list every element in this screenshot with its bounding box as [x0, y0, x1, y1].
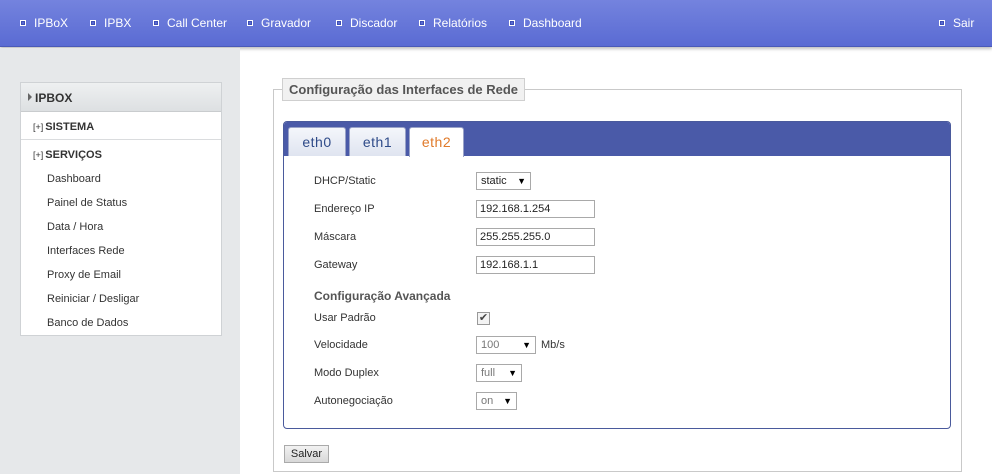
default-label: Usar Padrão	[314, 312, 376, 324]
mask-input[interactable]	[476, 228, 595, 246]
mask-label: Máscara	[314, 231, 357, 243]
dhcp-select[interactable]: static ▼	[476, 172, 531, 190]
top-navigation-bar: IPBoX IPBX Call Center Gravador Discador…	[0, 0, 992, 47]
sidebar: IPBOX [+] SISTEMA [+] SERVIÇOS Dashboard P…	[20, 82, 222, 336]
gateway-input[interactable]	[476, 256, 595, 274]
square-bullet-icon	[20, 20, 26, 26]
sidebar-section-sistema[interactable]: [+] SISTEMA	[33, 121, 94, 133]
ip-input[interactable]	[476, 200, 595, 218]
tab-eth0[interactable]: eth0	[288, 127, 346, 156]
nav-logout[interactable]: Sair	[939, 16, 974, 30]
duplex-label: Modo Duplex	[314, 367, 379, 379]
triangle-down-icon: ▼	[517, 176, 526, 186]
square-bullet-icon	[336, 20, 342, 26]
speed-label: Velocidade	[314, 339, 368, 351]
advanced-config-heading: Configuração Avançada	[314, 289, 451, 303]
tab-strip: eth0 eth1 eth2	[284, 122, 950, 157]
speed-unit: Mb/s	[541, 339, 565, 351]
triangle-right-icon	[28, 93, 32, 101]
nav-ipbx[interactable]: IPBX	[90, 16, 131, 30]
triangle-down-icon: ▼	[522, 340, 531, 350]
sidebar-header-label: IPBOX	[35, 91, 73, 105]
sidebar-item-painel-status[interactable]: Painel de Status	[47, 197, 127, 209]
nav-relatorios[interactable]: Relatórios	[419, 16, 487, 30]
sidebar-item-data-hora[interactable]: Data / Hora	[47, 221, 103, 233]
duplex-select[interactable]: full ▼	[476, 364, 522, 382]
sidebar-item-banco-dados[interactable]: Banco de Dados	[47, 317, 128, 329]
checkmark-icon: ✔	[478, 312, 489, 324]
sidebar-section-servicos[interactable]: [+] SERVIÇOS	[33, 149, 102, 161]
square-bullet-icon	[419, 20, 425, 26]
nav-gravador[interactable]: Gravador	[247, 16, 311, 30]
sidebar-item-proxy-email[interactable]: Proxy de Email	[47, 269, 121, 281]
square-bullet-icon	[90, 20, 96, 26]
sidebar-item-reiniciar[interactable]: Reiniciar / Desligar	[47, 293, 139, 305]
square-bullet-icon	[509, 20, 515, 26]
use-default-checkbox[interactable]: ✔	[477, 312, 490, 325]
autoneg-label: Autonegociação	[314, 395, 393, 407]
page-title: Configuração das Interfaces de Rede	[282, 78, 526, 101]
dhcp-label: DHCP/Static	[314, 175, 376, 187]
tab-eth1[interactable]: eth1	[349, 127, 406, 156]
save-button[interactable]: Salvar	[284, 445, 329, 463]
tab-panel: eth0 eth1 eth2	[283, 121, 951, 429]
autoneg-select[interactable]: on ▼	[476, 392, 517, 410]
nav-call-center[interactable]: Call Center	[153, 16, 227, 30]
sidebar-header[interactable]: IPBOX	[21, 83, 221, 112]
nav-dashboard[interactable]: Dashboard	[509, 16, 582, 30]
square-bullet-icon	[939, 20, 945, 26]
expand-icon: [+]	[33, 150, 44, 160]
nav-ipbox[interactable]: IPBoX	[20, 16, 68, 30]
triangle-down-icon: ▼	[503, 396, 512, 406]
expand-icon: [+]	[33, 122, 44, 132]
gateway-label: Gateway	[314, 259, 358, 271]
nav-discador[interactable]: Discador	[336, 16, 397, 30]
sidebar-item-dashboard[interactable]: Dashboard	[47, 173, 101, 185]
ip-label: Endereço IP	[314, 203, 375, 215]
triangle-down-icon: ▼	[508, 368, 517, 378]
tab-eth2[interactable]: eth2	[409, 127, 464, 157]
square-bullet-icon	[247, 20, 253, 26]
speed-select[interactable]: 100 ▼	[476, 336, 536, 354]
square-bullet-icon	[153, 20, 159, 26]
sidebar-item-interfaces-rede[interactable]: Interfaces Rede	[47, 245, 125, 257]
divider	[21, 139, 221, 140]
